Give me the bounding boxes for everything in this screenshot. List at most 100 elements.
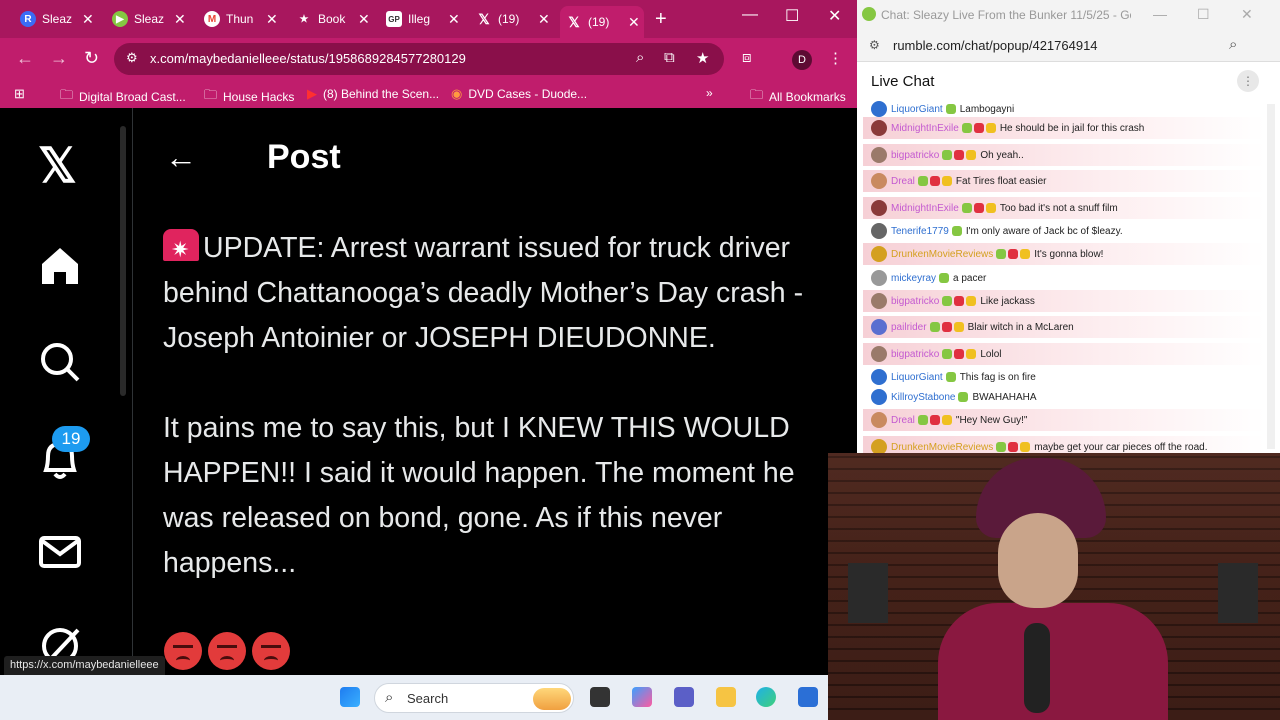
cast-icon[interactable]: ⧈ — [742, 49, 752, 66]
tab-4[interactable]: GP Illeg ✕ — [380, 6, 460, 32]
user-avatar[interactable] — [871, 346, 887, 362]
bookmark-0[interactable]: 🗀 Digital Broad Cast... — [60, 86, 186, 108]
search-icon[interactable] — [38, 340, 82, 384]
reload-icon[interactable]: ↻ — [84, 48, 99, 69]
bookmark-3[interactable]: ◉ DVD Cases - Duode... — [451, 86, 587, 102]
user-avatar[interactable] — [871, 412, 887, 428]
bookmark-1[interactable]: 🗀 House Hacks — [204, 86, 294, 108]
user-avatar[interactable] — [871, 223, 887, 239]
zoom-icon[interactable]: ⌕ — [636, 49, 644, 66]
site-info-icon[interactable]: ⚙ — [869, 38, 880, 52]
all-bookmarks[interactable]: 🗀 All Bookmarks — [750, 86, 846, 108]
close-icon[interactable]: ✕ — [628, 14, 640, 31]
profile-avatar[interactable]: D — [792, 50, 812, 70]
close-icon[interactable]: ✕ — [266, 11, 278, 28]
minimize-icon[interactable]: — — [1153, 6, 1167, 22]
scrollbar[interactable] — [1267, 104, 1275, 449]
chat-text: Oh yeah.. — [980, 149, 1024, 161]
popup-url-bar[interactable]: ⚙ rumble.com/chat/popup/421764914 ⌕ — [857, 30, 1280, 62]
store-icon[interactable] — [798, 687, 818, 707]
close-icon[interactable]: ✕ — [538, 11, 550, 28]
user-avatar[interactable] — [871, 439, 887, 453]
messages-icon[interactable] — [38, 530, 82, 574]
new-tab-icon[interactable]: + — [655, 8, 667, 31]
forward-icon[interactable]: → — [50, 48, 68, 69]
live-chat-title: Live Chat — [871, 73, 935, 90]
user-badge-icon — [973, 203, 984, 213]
chat-text: He should be in jail for this crash — [999, 122, 1145, 134]
tab-5[interactable]: 𝕏 (19) ✕ — [470, 6, 550, 32]
tab-0[interactable]: R Sleaz ✕ — [14, 6, 94, 32]
maximize-icon[interactable]: ☐ — [1197, 6, 1210, 23]
user-avatar[interactable] — [871, 319, 887, 335]
chat-menu-icon[interactable]: ⋮ — [1237, 70, 1259, 92]
copilot-icon[interactable] — [632, 687, 652, 707]
chat-username[interactable]: DrunkenMovieReviews — [891, 442, 993, 453]
minimize-icon[interactable]: — — [742, 6, 758, 24]
chat-username[interactable]: Dreal — [891, 415, 915, 426]
chat-username[interactable]: pailrider — [891, 322, 927, 333]
close-icon[interactable]: ✕ — [448, 11, 460, 28]
chat-username[interactable]: LiquorGiant — [891, 372, 943, 383]
user-badge-icon — [945, 104, 956, 114]
back-arrow-icon[interactable]: ← — [165, 139, 197, 176]
user-avatar[interactable] — [871, 369, 887, 385]
tab-6-active[interactable]: 𝕏 (19) ✕ — [560, 6, 644, 38]
close-icon[interactable]: ✕ — [174, 11, 186, 28]
chat-username[interactable]: Tenerife1779 — [891, 226, 949, 237]
maximize-icon[interactable]: ☐ — [785, 6, 799, 26]
back-icon[interactable]: ← — [16, 48, 34, 69]
tab-1[interactable]: ▶ Sleaz ✕ — [106, 6, 186, 32]
chat-username[interactable]: MidnightInExile — [891, 123, 959, 134]
close-window-icon[interactable]: ✕ — [828, 6, 841, 26]
task-view-icon[interactable] — [590, 687, 610, 707]
chat-username[interactable]: LiquorGiant — [891, 104, 943, 115]
tab-3[interactable]: ★ Book ✕ — [290, 6, 370, 32]
user-avatar[interactable] — [871, 120, 887, 136]
chat-username[interactable]: DrunkenMovieReviews — [891, 249, 993, 260]
close-icon[interactable]: ✕ — [82, 11, 94, 28]
user-avatar[interactable] — [871, 101, 887, 117]
chat-text: It's gonna blow! — [1034, 248, 1104, 260]
chat-username[interactable]: MidnightInExile — [891, 203, 959, 214]
chat-username[interactable]: KillroyStabone — [891, 392, 955, 403]
chat-username[interactable]: bigpatricko — [891, 296, 939, 307]
edge-icon[interactable] — [756, 687, 776, 707]
chat-username[interactable]: Dreal — [891, 176, 915, 187]
x-logo-icon[interactable]: 𝕏 — [38, 138, 77, 194]
bookmark-2[interactable]: ▶ (8) Behind the Scen... — [307, 86, 439, 102]
bookmark-star-icon[interactable]: ★ — [696, 49, 709, 67]
user-badge-icon — [996, 249, 1007, 259]
chat-text: Like jackass — [980, 295, 1035, 307]
user-avatar[interactable] — [871, 200, 887, 216]
home-icon[interactable] — [38, 244, 82, 288]
chat-username[interactable]: bigpatricko — [891, 349, 939, 360]
user-avatar[interactable] — [871, 173, 887, 189]
more-bookmarks-icon[interactable]: » — [706, 86, 713, 100]
user-avatar[interactable] — [871, 389, 887, 405]
apps-grid-icon[interactable]: ⊞ — [14, 86, 31, 102]
user-badge-icon — [961, 123, 972, 133]
chat-username[interactable]: mickeyray — [891, 273, 936, 284]
close-icon[interactable]: ✕ — [358, 11, 370, 28]
user-avatar[interactable] — [871, 270, 887, 286]
tab-2[interactable]: M Thun ✕ — [198, 6, 278, 32]
teams-icon[interactable] — [674, 687, 694, 707]
close-icon[interactable]: ✕ — [1241, 6, 1253, 23]
zoom-icon[interactable]: ⌕ — [1229, 36, 1237, 53]
taskbar-search[interactable]: ⌕ Search — [374, 683, 574, 713]
user-avatar[interactable] — [871, 293, 887, 309]
scrollbar[interactable] — [120, 126, 126, 396]
user-avatar[interactable] — [871, 246, 887, 262]
site-info-icon[interactable]: ⚙ — [126, 50, 138, 66]
url-text: x.com/maybedanielleee/status/19586892845… — [150, 51, 466, 66]
menu-icon[interactable]: ⋮ — [828, 49, 843, 67]
file-explorer-icon[interactable] — [716, 687, 736, 707]
chat-message: pailrider Blair witch in a McLaren — [863, 316, 1265, 338]
angry-emoji-icon — [252, 632, 290, 670]
address-bar[interactable]: ⚙ x.com/maybedanielleee/status/195868928… — [114, 43, 724, 75]
install-icon[interactable]: ⧉ — [664, 49, 675, 66]
chat-username[interactable]: bigpatricko — [891, 150, 939, 161]
windows-start-icon[interactable] — [340, 687, 360, 707]
user-avatar[interactable] — [871, 147, 887, 163]
